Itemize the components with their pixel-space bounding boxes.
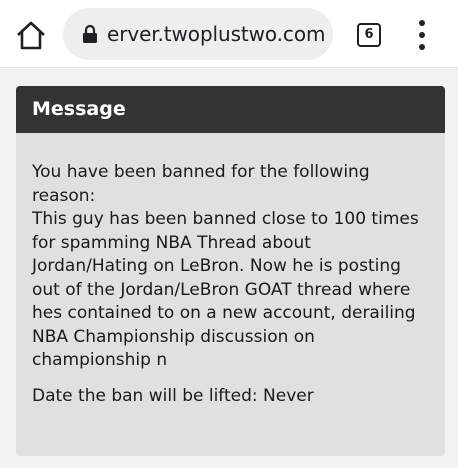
tab-switcher-button[interactable]: 6: [357, 23, 381, 47]
ban-lift-label: Date the ban will be lifted:: [32, 385, 258, 406]
home-icon[interactable]: [14, 19, 48, 53]
message-title: Message: [16, 86, 445, 133]
ban-lift-value: Never: [263, 385, 314, 406]
ban-reason-text: This guy has been banned close to 100 ti…: [32, 209, 419, 370]
ban-reason-intro: You have been banned for the following r…: [32, 162, 370, 206]
ban-lift-date: Date the ban will be lifted: Never: [32, 385, 431, 409]
lock-icon: [82, 24, 98, 44]
ban-reason: You have been banned for the following r…: [32, 161, 431, 373]
ban-message-panel: Message You have been banned for the fol…: [16, 86, 445, 456]
url-text[interactable]: erver.twoplustwo.com: [107, 21, 329, 47]
message-body: You have been banned for the following r…: [16, 133, 445, 408]
browser-toolbar: erver.twoplustwo.com 6: [0, 0, 458, 68]
more-vert-icon[interactable]: [412, 20, 432, 50]
address-bar[interactable]: erver.twoplustwo.com: [63, 8, 333, 60]
